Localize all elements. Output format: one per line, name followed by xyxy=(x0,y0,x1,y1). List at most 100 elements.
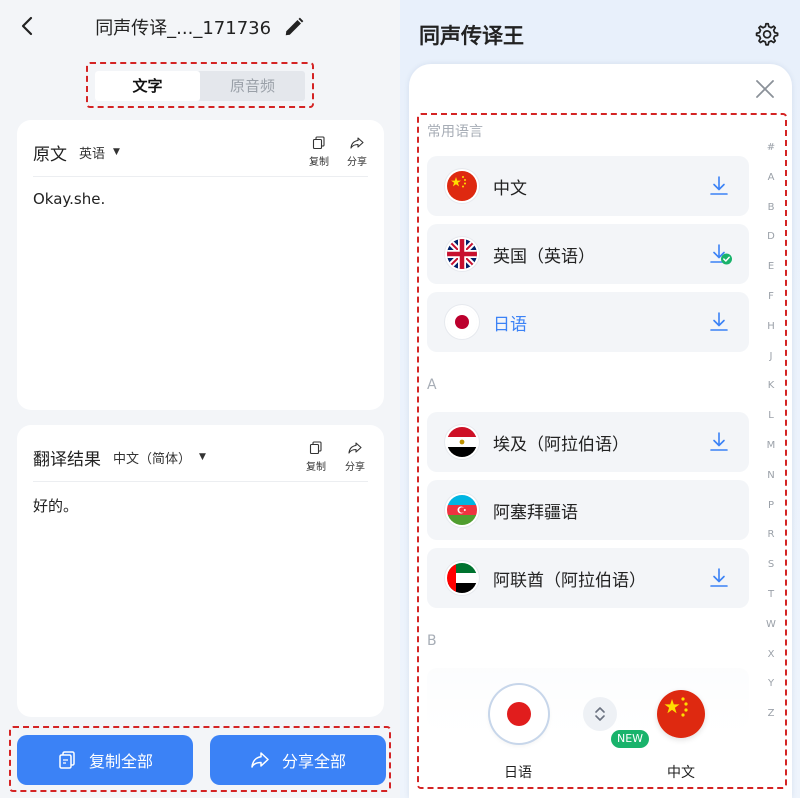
download-icon[interactable] xyxy=(709,567,729,589)
language-item-egypt-arabic[interactable]: 埃及（阿拉伯语） xyxy=(427,412,749,472)
swap-languages-button[interactable] xyxy=(583,697,617,731)
share-source-label: 分享 xyxy=(347,157,367,168)
index-letter[interactable]: Y xyxy=(759,669,783,699)
index-letter[interactable]: K xyxy=(759,371,783,401)
record-source-language-button[interactable] xyxy=(490,685,548,743)
alphabet-index[interactable]: # A B D E F H J K L M N P R S T W X Y Z xyxy=(759,133,783,729)
bottom-actions-highlight: 复制全部 分享全部 xyxy=(9,726,391,792)
document-title-area: 同声传译_..._171736 xyxy=(0,14,400,40)
egypt-flag-icon xyxy=(447,427,477,457)
language-name: 日语 xyxy=(493,315,527,335)
japan-flag-icon xyxy=(507,702,531,726)
index-letter[interactable]: F xyxy=(759,282,783,312)
swap-chevrons-icon xyxy=(595,707,605,721)
azerbaijan-flag-icon xyxy=(447,495,477,525)
tab-switch-highlight: 文字 原音频 xyxy=(86,62,314,108)
share-result-button[interactable]: 分享 xyxy=(340,441,370,473)
result-card-title: 翻译结果 xyxy=(33,449,101,470)
download-icon[interactable] xyxy=(709,311,729,333)
index-letter[interactable]: T xyxy=(759,580,783,610)
downloaded-check-icon xyxy=(710,244,732,265)
tab-original-audio[interactable]: 原音频 xyxy=(200,71,305,101)
tab-text[interactable]: 文字 xyxy=(95,71,200,101)
language-list-highlight: 常用语言 中文 英国（英语） 日语 A 埃及（阿拉伯语） 阿塞拜疆语 阿联酋（阿… xyxy=(417,113,787,789)
index-letter[interactable]: J xyxy=(759,342,783,372)
language-name: 阿塞拜疆语 xyxy=(493,503,578,523)
index-letter[interactable]: E xyxy=(759,252,783,282)
index-letter[interactable]: D xyxy=(759,222,783,252)
language-name: 英国（英语） xyxy=(493,247,595,267)
divider xyxy=(33,481,368,482)
source-text-card: 原文 英语 ▼ 复制 分享 Okay.she. xyxy=(17,120,384,410)
share-arrow-icon xyxy=(348,442,362,454)
language-picker-screen: 同声传译王 常用语言 中文 英国（英语） 日语 A 埃及（阿拉伯语） 阿塞拜疆语… xyxy=(400,0,800,798)
close-icon[interactable] xyxy=(754,78,776,100)
section-letter-a: A xyxy=(427,377,437,393)
language-name: 中文 xyxy=(493,179,527,199)
caret-down-icon: ▼ xyxy=(199,452,206,462)
index-letter[interactable]: N xyxy=(759,461,783,491)
index-letter[interactable]: S xyxy=(759,550,783,580)
target-language-dropdown[interactable]: 中文（简体） ▼ xyxy=(113,448,206,467)
result-card-header: 翻译结果 中文（简体） ▼ xyxy=(33,445,206,470)
language-item-japanese[interactable]: 日语 xyxy=(427,292,749,352)
index-letter[interactable]: B xyxy=(759,193,783,223)
share-arrow-icon xyxy=(350,137,364,149)
caret-down-icon: ▼ xyxy=(113,147,120,157)
source-text-content: Okay.she. xyxy=(33,190,106,208)
index-letter[interactable]: Z xyxy=(759,699,783,729)
index-letter[interactable]: H xyxy=(759,312,783,342)
language-name: 埃及（阿拉伯语） xyxy=(493,435,629,455)
section-common-languages: 常用语言 xyxy=(427,124,483,140)
gear-icon[interactable] xyxy=(753,21,779,47)
index-letter[interactable]: P xyxy=(759,491,783,521)
language-name: 阿联酋（阿拉伯语） xyxy=(493,571,646,591)
share-all-button[interactable]: 分享全部 xyxy=(210,735,386,785)
copy-icon xyxy=(309,441,322,455)
index-letter[interactable]: X xyxy=(759,640,783,670)
language-item-uae-arabic[interactable]: 阿联酋（阿拉伯语） xyxy=(427,548,749,608)
uk-flag-icon xyxy=(447,239,477,269)
target-language-label: 中文 xyxy=(667,765,695,781)
index-letter[interactable]: # xyxy=(759,133,783,163)
copy-result-button[interactable]: 复制 xyxy=(301,441,331,473)
index-letter[interactable]: L xyxy=(759,401,783,431)
china-flag-icon xyxy=(657,690,705,738)
share-result-label: 分享 xyxy=(345,462,365,473)
app-title: 同声传译王 xyxy=(419,24,524,48)
copy-all-button[interactable]: 复制全部 xyxy=(17,735,193,785)
transcript-header: 同声传译_..._171736 xyxy=(0,0,400,56)
china-flag-icon xyxy=(447,171,477,201)
source-language-dropdown[interactable]: 英语 ▼ xyxy=(79,143,120,162)
result-text-content: 好的。 xyxy=(33,497,79,515)
source-card-title: 原文 xyxy=(33,144,67,165)
share-source-button[interactable]: 分享 xyxy=(342,136,372,168)
language-item-chinese[interactable]: 中文 xyxy=(427,156,749,216)
translation-result-card: 翻译结果 中文（简体） ▼ 复制 分享 好的。 xyxy=(17,425,384,717)
copy-all-label: 复制全部 xyxy=(88,752,153,771)
index-letter[interactable]: A xyxy=(759,163,783,193)
share-arrow-icon xyxy=(251,752,269,768)
record-target-language-button[interactable] xyxy=(657,690,705,738)
copy-icon xyxy=(312,136,325,150)
index-letter[interactable]: R xyxy=(759,520,783,550)
copy-source-button[interactable]: 复制 xyxy=(304,136,334,168)
edit-pencil-icon[interactable] xyxy=(283,16,305,38)
copy-document-icon xyxy=(59,751,75,769)
section-letter-b: B xyxy=(427,633,437,649)
index-letter[interactable]: M xyxy=(759,431,783,461)
divider xyxy=(33,176,368,177)
index-letter[interactable]: W xyxy=(759,610,783,640)
uae-flag-icon xyxy=(447,563,477,593)
document-title[interactable]: 同声传译_..._171736 xyxy=(95,14,271,40)
download-icon[interactable] xyxy=(709,431,729,453)
download-icon[interactable] xyxy=(709,175,729,197)
share-all-label: 分享全部 xyxy=(281,752,346,771)
language-item-azerbaijani[interactable]: 阿塞拜疆语 xyxy=(427,480,749,540)
copy-source-label: 复制 xyxy=(309,157,329,168)
source-language-label: 英语 xyxy=(79,146,106,162)
transcript-panel: 同声传译_..._171736 文字 原音频 原文 英语 ▼ 复制 分享 Oka… xyxy=(0,0,400,798)
japan-flag-icon xyxy=(447,307,477,337)
language-item-uk-english[interactable]: 英国（英语） xyxy=(427,224,749,284)
target-language-label: 中文（简体） xyxy=(113,451,192,467)
